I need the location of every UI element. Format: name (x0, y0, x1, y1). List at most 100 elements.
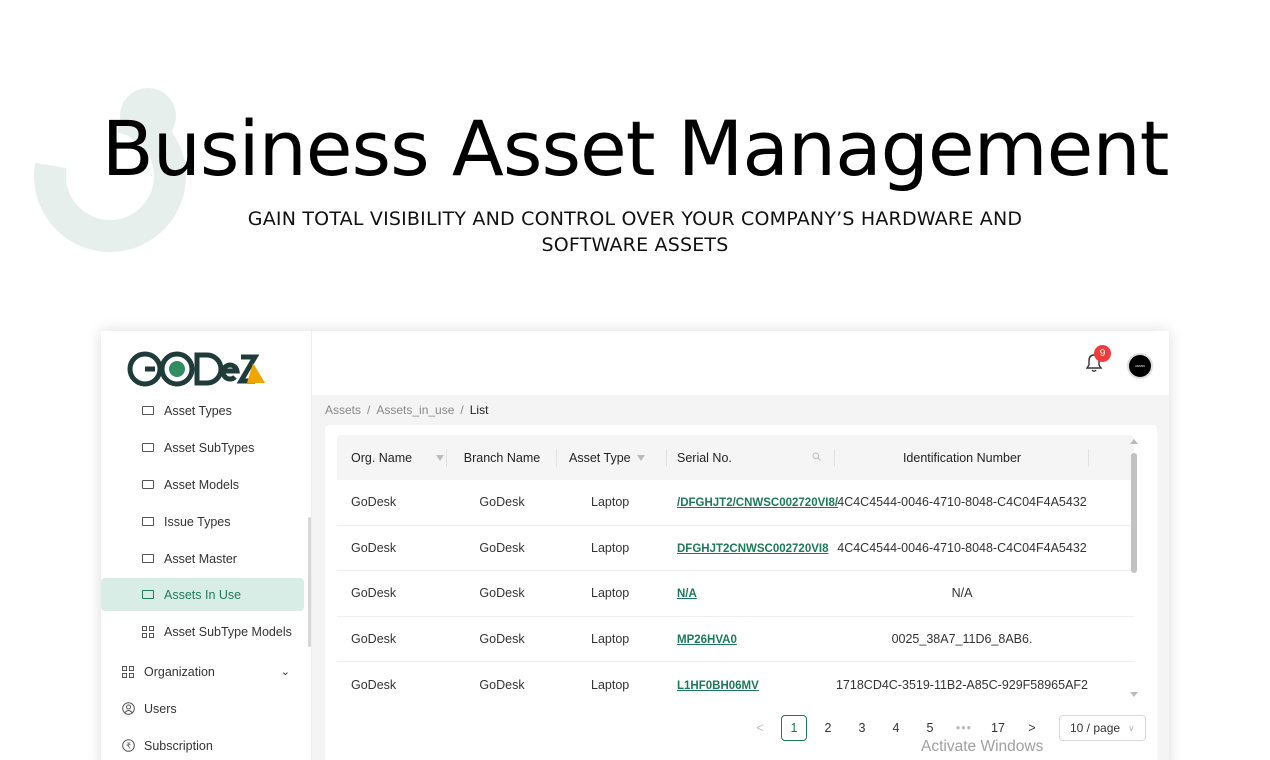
breadcrumb-current: List (469, 403, 489, 417)
page-button-1[interactable]: 1 (781, 715, 807, 741)
cell-identification-number: N/A (951, 586, 973, 601)
topbar: 9 ADMIN (312, 331, 1169, 395)
header-label: Asset Type (569, 450, 631, 465)
cell-asset-type: Laptop (591, 586, 630, 601)
cell-branch-name: GoDesk (479, 631, 525, 646)
activate-windows-watermark: Activate Windows (921, 738, 1044, 755)
table-header: Org. Name Branch Name Asset Type Serial … (337, 435, 1134, 480)
hero-title: Business Asset Management (101, 104, 1170, 193)
assets-table: Org. Name Branch Name Asset Type Serial … (337, 435, 1134, 708)
sidebar-item-asset-subtypes[interactable]: Asset SubTypes (101, 431, 304, 464)
app-window: Asset Types Asset SubTypes Asset Models … (101, 331, 1169, 760)
svg-text:₹: ₹ (125, 742, 130, 751)
sidebar-item-asset-models[interactable]: Asset Models (101, 468, 304, 501)
table-row[interactable]: GoDesk GoDesk Laptop L1HF0BH06MV 1718CD4… (337, 662, 1134, 708)
sidebar-scrollbar[interactable] (308, 517, 311, 647)
page-button-4[interactable]: 4 (883, 715, 909, 741)
header-label: Serial No. (677, 450, 732, 465)
sidebar-item-label: Asset Models (164, 477, 240, 492)
cell-asset-type: Laptop (591, 677, 630, 692)
sidebar-item-label: Asset Master (164, 551, 237, 566)
page-size-select[interactable]: 10 / page ∨ (1059, 715, 1146, 741)
column-header-org-name[interactable]: Org. Name (337, 435, 447, 480)
cell-asset-type: Laptop (591, 495, 630, 510)
filter-icon[interactable] (636, 454, 645, 461)
sidebar-item-asset-master[interactable]: Asset Master (101, 542, 304, 575)
hero-subtitle: GAIN TOTAL VISIBILITY AND CONTROL OVER Y… (247, 208, 1023, 256)
cell-org-name: GoDesk (351, 586, 397, 601)
page-size-value: 10 / page (1070, 721, 1121, 735)
table-row[interactable]: GoDesk GoDesk Laptop N/A N/A (337, 571, 1134, 617)
cell-identification-number: 4C4C4544-0046-4710-8048-C4C04F4A5432 (837, 495, 1087, 510)
cell-branch-name: GoDesk (479, 540, 525, 555)
filter-icon[interactable] (436, 454, 445, 461)
page-button-2[interactable]: 2 (815, 715, 841, 741)
table-row[interactable]: GoDesk GoDesk Laptop /DFGHJT2/CNWSC00272… (337, 480, 1134, 526)
sidebar-item-subscription[interactable]: ₹ Subscription (101, 729, 304, 760)
cell-org-name: GoDesk (351, 540, 397, 555)
sidebar-item-label: Users (144, 701, 177, 716)
cell-identification-number: 1718CD4C-3519-11B2-A85C-929F58965AF2 (835, 677, 1088, 692)
breadcrumb-assets[interactable]: Assets (325, 403, 361, 417)
grid-icon (141, 625, 155, 638)
sidebar-item-label: Subscription (144, 738, 213, 753)
serial-link[interactable]: MP26HVA0 (677, 634, 737, 646)
cell-org-name: GoDesk (351, 677, 397, 692)
sidebar-item-label: Issue Types (164, 514, 231, 529)
cell-asset-type: Laptop (591, 540, 630, 555)
page-button-3[interactable]: 3 (849, 715, 875, 741)
serial-link[interactable]: /DFGHJT2/CNWSC002720VI8/ (677, 497, 838, 509)
sidebar-item-organization[interactable]: Organization ⌄ (101, 655, 304, 688)
sidebar-item-label: Organization (144, 664, 215, 679)
breadcrumb: Assets / Assets_in_use / List (325, 403, 489, 417)
sidebar-item-assets-in-use[interactable]: Assets In Use (101, 578, 304, 611)
serial-link[interactable]: N/A (677, 588, 697, 600)
table-card: Org. Name Branch Name Asset Type Serial … (325, 425, 1157, 760)
godez-logo[interactable] (127, 349, 267, 389)
column-header-asset-type[interactable]: Asset Type (557, 435, 667, 480)
table-row[interactable]: GoDesk GoDesk Laptop DFGHJT2CNWSC002720V… (337, 526, 1134, 571)
column-header-serial-no[interactable]: Serial No. (667, 435, 835, 480)
sidebar-item-label: Asset Types (164, 403, 232, 418)
cell-branch-name: GoDesk (479, 586, 525, 601)
column-header-branch-name[interactable]: Branch Name (447, 435, 557, 480)
main-content: Assets / Assets_in_use / List Org. Name Bran… (312, 395, 1169, 760)
issue-types-icon (141, 516, 155, 528)
sidebar-item-label: Assets In Use (164, 587, 242, 602)
sidebar-item-asset-subtype-models[interactable]: Asset SubType Models (101, 615, 304, 648)
asset-master-icon (141, 553, 155, 565)
header-label: Identification Number (902, 450, 1022, 465)
chevron-down-icon: ⌄ (280, 666, 290, 678)
table-scrollbar[interactable] (1129, 437, 1138, 699)
avatar[interactable]: ADMIN (1127, 353, 1153, 379)
asset-subtypes-icon (141, 442, 155, 454)
sidebar-item-asset-types[interactable]: Asset Types (101, 394, 304, 427)
serial-link[interactable]: DFGHJT2CNWSC002720VI8 (677, 543, 828, 555)
table-row[interactable]: GoDesk GoDesk Laptop MP26HVA0 0025_38A7_… (337, 617, 1134, 662)
serial-link[interactable]: L1HF0BH06MV (677, 680, 759, 692)
sidebar-item-label: Asset SubTypes (164, 440, 255, 455)
breadcrumb-assets-in-use[interactable]: Assets_in_use (376, 403, 454, 417)
scrollbar-thumb[interactable] (1131, 453, 1137, 573)
cell-org-name: GoDesk (351, 631, 397, 646)
cell-asset-type: Laptop (591, 631, 630, 646)
chevron-down-icon: ∨ (1128, 722, 1135, 733)
scroll-up-icon[interactable] (1130, 439, 1138, 444)
user-icon (121, 702, 135, 715)
logo-graphic (127, 351, 265, 387)
cell-org-name: GoDesk (351, 495, 397, 510)
sidebar-item-issue-types[interactable]: Issue Types (101, 505, 304, 538)
header-label: Branch Name (463, 450, 541, 465)
prev-page-button[interactable]: < (747, 715, 773, 741)
scroll-down-icon[interactable] (1130, 692, 1138, 697)
header-label: Org. Name (351, 450, 413, 465)
asset-models-icon (141, 479, 155, 491)
sidebar-item-users[interactable]: Users (101, 692, 304, 725)
search-icon[interactable] (812, 452, 821, 464)
cell-identification-number: 4C4C4544-0046-4710-8048-C4C04F4A5432 (837, 540, 1087, 555)
grid-icon (121, 665, 135, 678)
column-header-identification-number[interactable]: Identification Number (835, 435, 1089, 480)
cell-branch-name: GoDesk (479, 495, 525, 510)
cell-branch-name: GoDesk (479, 677, 525, 692)
column-header-actions (1089, 435, 1134, 480)
